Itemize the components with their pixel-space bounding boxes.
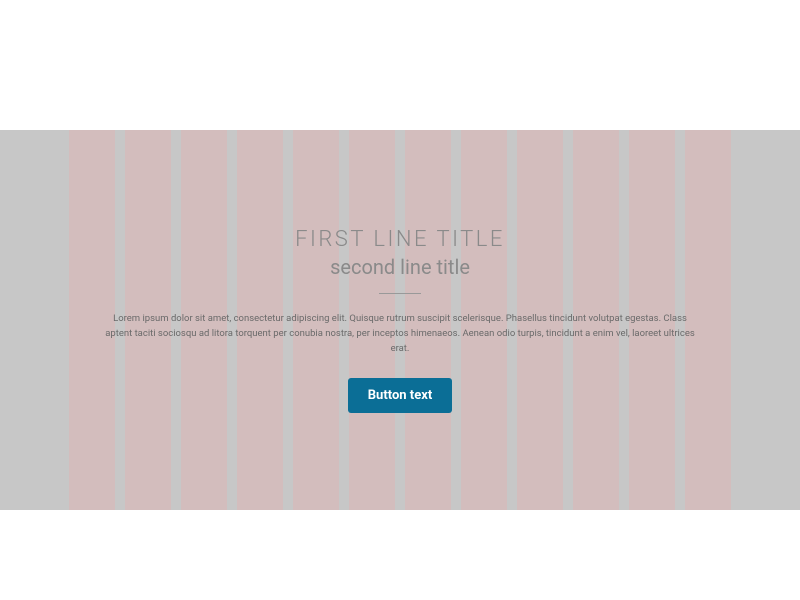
- hero-body-text: Lorem ipsum dolor sit amet, consectetur …: [105, 312, 695, 356]
- hero-title-second-line: second line title: [330, 255, 470, 279]
- hero-title-first-line: FIRST LINE TITLE: [295, 227, 505, 253]
- hero-content: FIRST LINE TITLE second line title Lorem…: [0, 130, 800, 510]
- title-divider: [379, 293, 421, 294]
- cta-button[interactable]: Button text: [348, 378, 453, 413]
- hero-section: FIRST LINE TITLE second line title Lorem…: [0, 130, 800, 510]
